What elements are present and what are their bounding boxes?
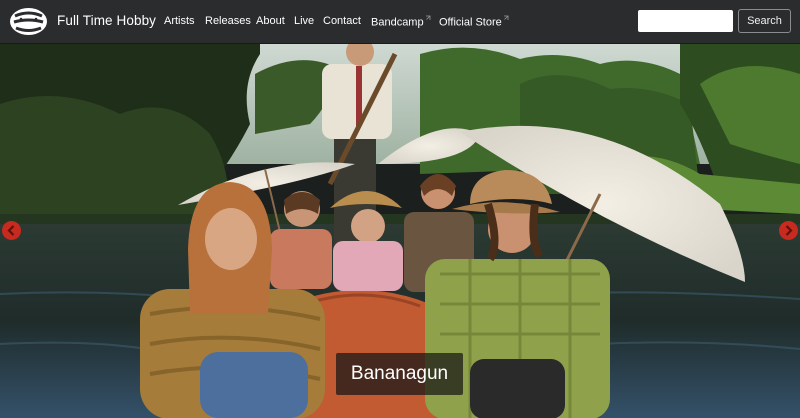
external-link-icon (425, 15, 430, 20)
carousel-prev-button[interactable] (2, 221, 21, 240)
nav-bandcamp[interactable]: Bandcamp (371, 15, 431, 29)
nav-artists[interactable]: Artists (164, 15, 195, 27)
navbar: Full Time Hobby Artists Releases About L… (0, 0, 800, 44)
external-link-icon (503, 15, 509, 20)
carousel-next-button[interactable] (779, 221, 798, 240)
full-time-hobby-logo[interactable] (9, 7, 48, 36)
nav-releases[interactable]: Releases (205, 15, 251, 27)
nav-official-store-label: Official Store (439, 16, 502, 29)
hero-carousel: Bananagun (0, 44, 800, 418)
nav-live[interactable]: Live (294, 15, 314, 27)
nav-official-store[interactable]: Official Store (439, 15, 509, 29)
chevron-left-icon (7, 225, 15, 236)
brand-name[interactable]: Full Time Hobby (57, 13, 156, 28)
chevron-right-icon (785, 225, 793, 236)
nav-contact[interactable]: Contact (323, 15, 361, 27)
nav-about[interactable]: About (256, 15, 285, 27)
search-input[interactable] (638, 10, 733, 32)
slide-caption[interactable]: Bananagun (336, 353, 463, 395)
search-button[interactable]: Search (738, 9, 791, 33)
nav-bandcamp-label: Bandcamp (371, 16, 424, 29)
